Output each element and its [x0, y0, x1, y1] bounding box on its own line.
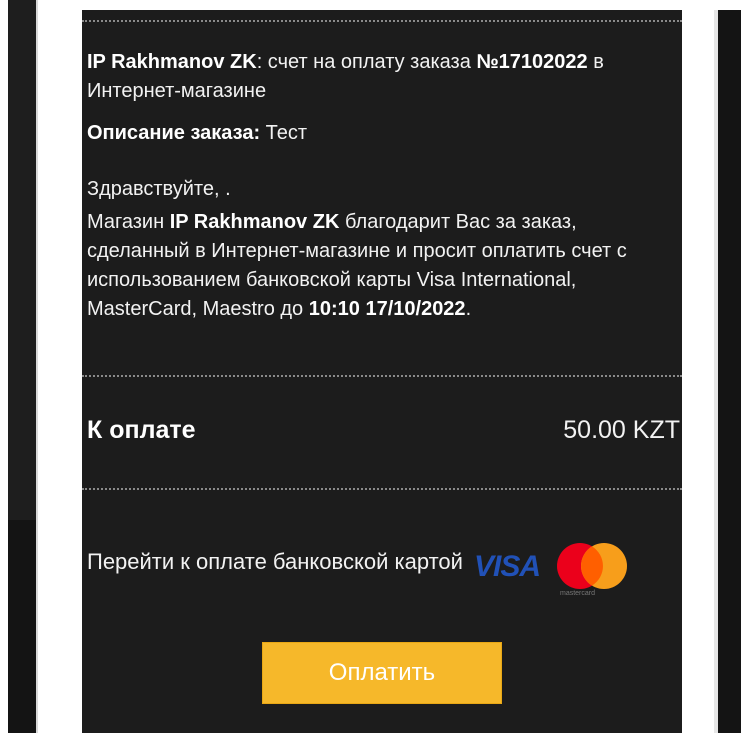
- invoice-panel: IP Rakhmanov ZK: счет на оплату заказа №…: [82, 10, 682, 733]
- payment-deadline: 10:10 17/10/2022: [308, 298, 466, 320]
- divider-top: [82, 20, 682, 22]
- card-payment-prompt: Перейти к оплате банковской картой: [87, 549, 463, 574]
- left-background-strip: [8, 0, 36, 520]
- mastercard-wordmark: mastercard: [560, 590, 596, 597]
- order-number: №17102022: [476, 51, 588, 73]
- merchant-name: IP Rakhmanov ZK: [87, 51, 257, 73]
- description-value: Тест: [260, 122, 308, 144]
- invoice-body: Магазин IP Rakhmanov ZK благодарит Вас з…: [87, 211, 627, 320]
- greeting: Здравствуйте, .: [87, 178, 231, 200]
- pay-button[interactable]: Оплатить: [262, 642, 502, 704]
- invoice-header: IP Rakhmanov ZK: счет на оплату заказа №…: [87, 51, 604, 102]
- description-label: Описание заказа:: [87, 122, 261, 144]
- visa-logo: VISA: [474, 550, 541, 583]
- left-background-strip-lower: [8, 520, 36, 733]
- right-background-strip: [714, 10, 741, 733]
- divider-middle: [82, 375, 682, 377]
- divider-lower: [82, 488, 682, 490]
- order-description: Описание заказа: Тест: [87, 119, 672, 148]
- total-label: К оплате: [87, 416, 196, 444]
- total-amount: 50.00 KZT: [563, 416, 680, 444]
- left-divider: [36, 0, 38, 733]
